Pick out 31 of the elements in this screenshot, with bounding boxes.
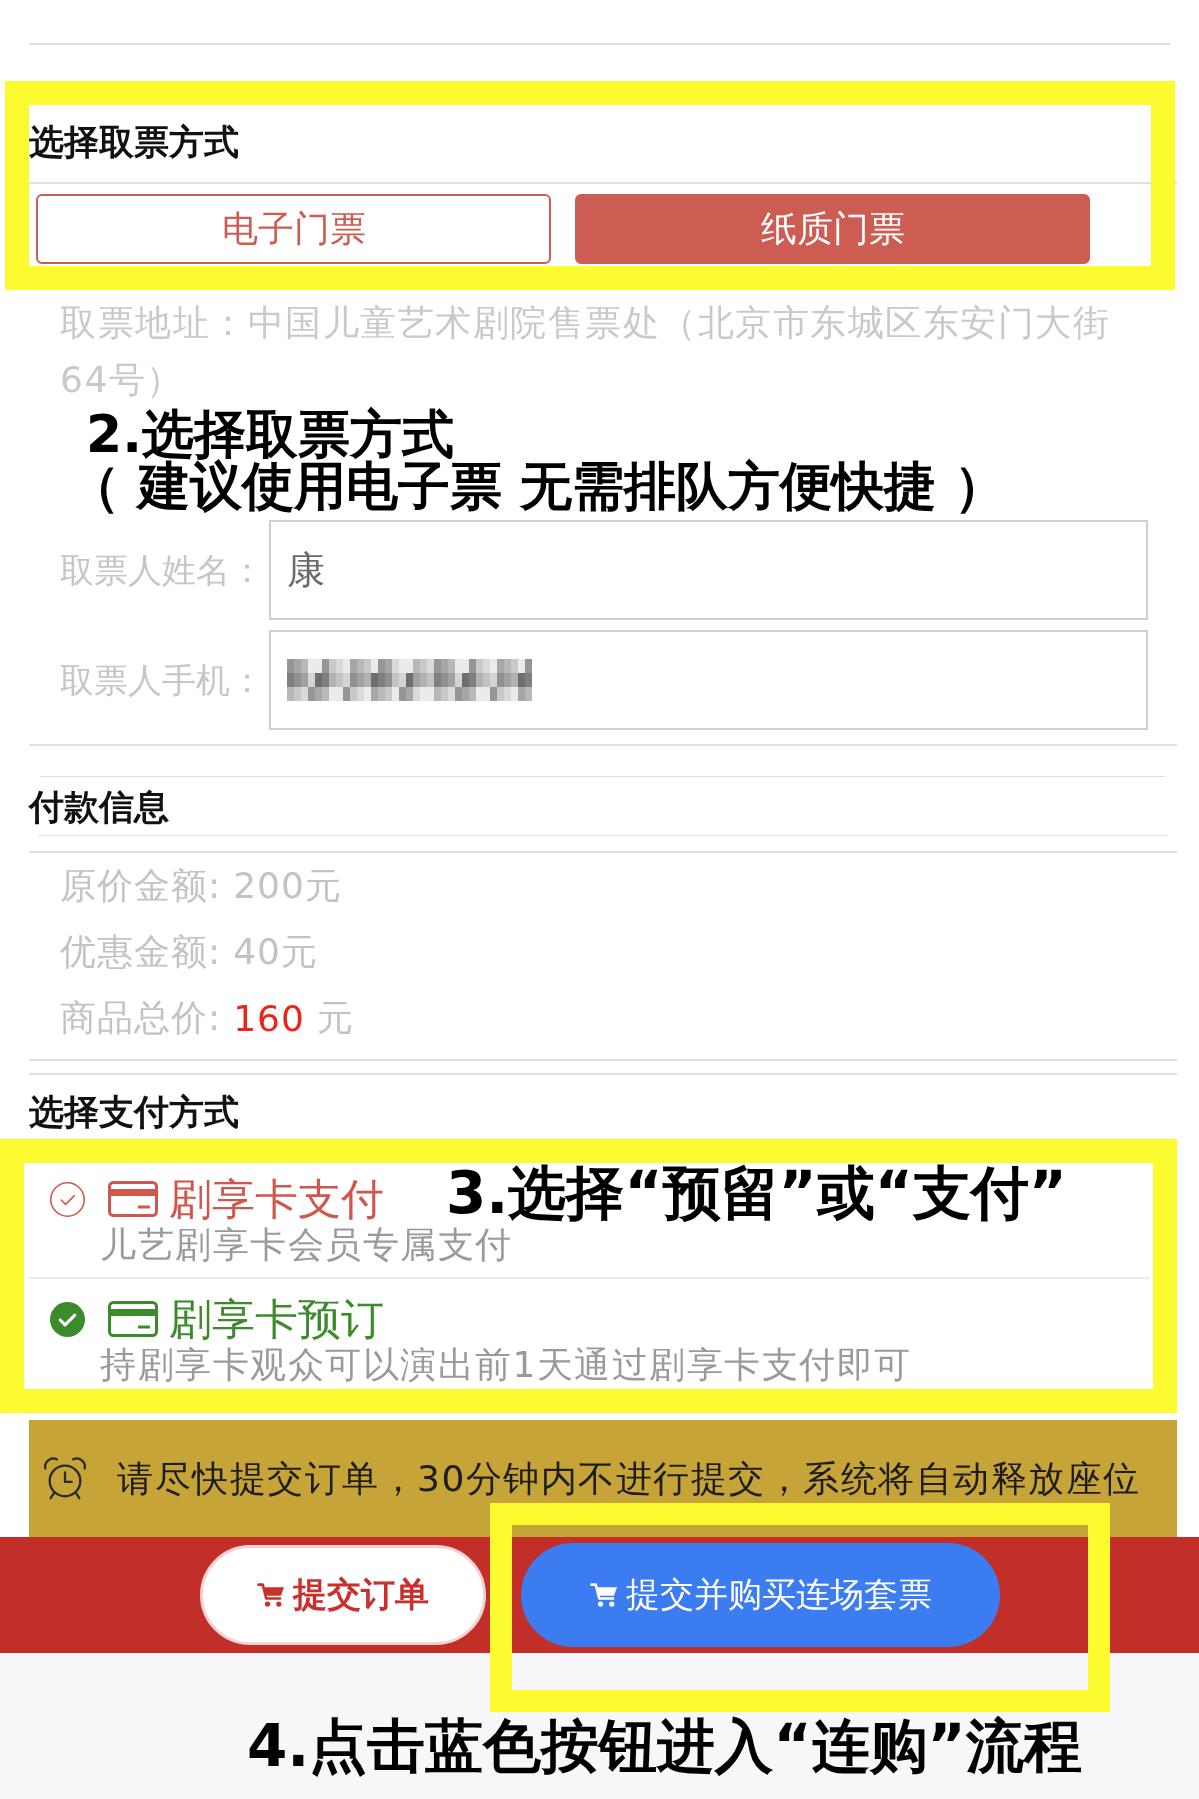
price-label: 商品总价: xyxy=(60,995,222,1040)
field-label: 取票人姓名： xyxy=(60,550,265,590)
price-label: 优惠金额: xyxy=(60,929,222,974)
payment-method-description: 持剧享卡观众可以演出前1天通过剧享卡支付即可 xyxy=(100,1343,912,1387)
section-title: 选择支付方式 xyxy=(29,1091,239,1134)
annotation-text: 2.选择取票方式 xyxy=(86,408,454,460)
price-unit: 元 xyxy=(316,995,354,1040)
buy-series-tickets-button[interactable]: 提交并购买连场套票 xyxy=(521,1543,1000,1647)
price-value: 40元 xyxy=(233,929,318,974)
cart-icon xyxy=(589,1582,618,1608)
payment-method-title: 剧享卡支付 xyxy=(169,1175,384,1223)
cart-icon xyxy=(257,1582,285,1608)
payment-method-description: 儿艺剧享卡会员专属支付 xyxy=(100,1223,513,1267)
annotation-text: 3.选择“预留”或“支付” xyxy=(446,1165,1067,1221)
radio-check-icon[interactable] xyxy=(50,1301,85,1337)
annotation-text: （ 建议使用电子票 无需排队方便快捷 ） xyxy=(68,460,1007,512)
section-title: 选择取票方式 xyxy=(29,121,239,164)
notice-text: 请尽快提交订单，30分钟内不进行提交，系统将自动释放座位 xyxy=(117,1456,1141,1501)
field-label: 取票人手机： xyxy=(60,660,265,700)
price-label: 原价金额: xyxy=(60,863,222,908)
submit-order-button[interactable]: 提交订单 xyxy=(200,1545,486,1645)
payment-method-title: 剧享卡预订 xyxy=(169,1295,384,1343)
section-title: 付款信息 xyxy=(29,786,169,829)
ticket-type-button[interactable]: 电子门票 xyxy=(36,194,551,264)
alarm-clock-icon xyxy=(42,1455,88,1502)
price-value: 200元 xyxy=(233,863,342,908)
price-value: 160 xyxy=(233,997,305,1039)
text-input-field[interactable]: 康 xyxy=(269,520,1148,620)
radio-check-icon[interactable] xyxy=(50,1181,85,1217)
ticket-type-button[interactable]: 纸质门票 xyxy=(575,194,1090,264)
text-input-field[interactable] xyxy=(269,630,1148,730)
